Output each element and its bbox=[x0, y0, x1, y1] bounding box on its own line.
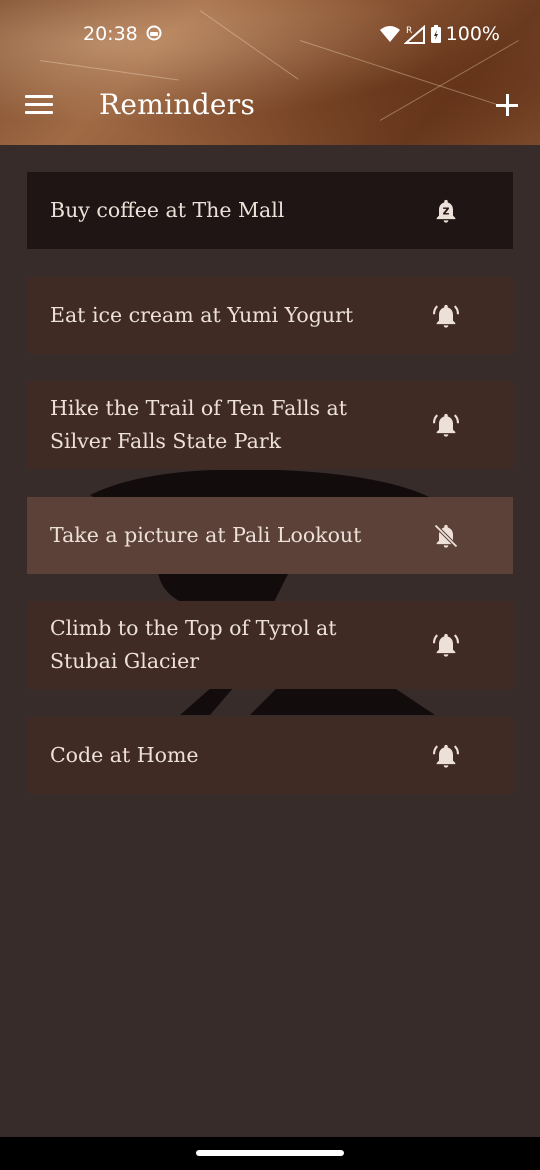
home-gesture-handle[interactable] bbox=[196, 1150, 344, 1156]
reminder-text: Buy coffee at The Mall bbox=[50, 198, 285, 222]
page-title: Reminders bbox=[99, 88, 256, 121]
reminder-text: Take a picture at Pali Lookout bbox=[50, 523, 362, 547]
reminder-item[interactable]: Take a picture at Pali Lookout bbox=[27, 497, 513, 574]
roaming-label: R bbox=[406, 26, 412, 36]
menu-icon[interactable] bbox=[25, 95, 53, 117]
wifi-icon bbox=[379, 26, 400, 42]
ringing-bell-icon[interactable] bbox=[432, 631, 460, 659]
add-reminder-icon[interactable] bbox=[494, 92, 520, 118]
reminder-item[interactable]: Climb to the Top of Tyrol at Stubai Glac… bbox=[27, 601, 513, 689]
bell-off-icon[interactable] bbox=[432, 522, 460, 550]
snooze-bell-icon[interactable] bbox=[432, 197, 460, 225]
status-bar: 20:38 R 100% bbox=[0, 0, 540, 70]
reminder-item[interactable]: Eat ice cream at Yumi Yogurt bbox=[27, 277, 513, 354]
reminder-item[interactable]: Hike the Trail of Ten Falls at Silver Fa… bbox=[27, 381, 513, 469]
reminder-text: Code at Home bbox=[50, 743, 199, 767]
reminder-text: Hike the Trail of Ten Falls at Silver Fa… bbox=[50, 396, 347, 453]
ringing-bell-icon[interactable] bbox=[432, 302, 460, 330]
signal-icon: R bbox=[403, 24, 425, 44]
battery-icon bbox=[430, 25, 441, 43]
reminder-text: Climb to the Top of Tyrol at Stubai Glac… bbox=[50, 616, 337, 673]
battery-percent: 100% bbox=[445, 23, 500, 45]
ringing-bell-icon[interactable] bbox=[432, 411, 460, 439]
ringing-bell-icon[interactable] bbox=[432, 742, 460, 770]
notification-face-icon bbox=[146, 25, 162, 41]
reminder-item[interactable]: Code at Home bbox=[27, 717, 513, 794]
status-time: 20:38 bbox=[83, 23, 138, 45]
reminder-item[interactable]: Buy coffee at The Mall bbox=[27, 172, 513, 249]
reminder-text: Eat ice cream at Yumi Yogurt bbox=[50, 303, 354, 327]
